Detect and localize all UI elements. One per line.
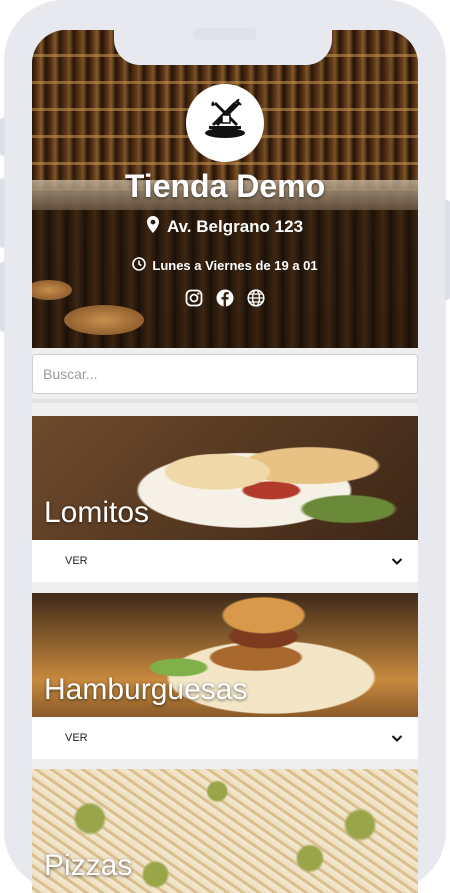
category-card-pizzas: Pizzas: [32, 769, 418, 893]
phone-speaker: [193, 28, 257, 40]
category-title: Pizzas: [44, 849, 133, 882]
clock-icon: [132, 257, 147, 274]
search-box: [32, 354, 418, 394]
map-pin-icon: [146, 216, 159, 238]
app-screen: Tienda Demo Av. Belgrano 123 Lunes a Vie…: [32, 30, 418, 893]
category-title: Hamburguesas: [44, 673, 248, 706]
hours-text: Lunes a Viernes de 19 a 01: [152, 258, 318, 273]
category-card-lomitos: Lomitos VER: [32, 416, 418, 582]
category-action-label: VER: [65, 732, 88, 744]
facebook-icon[interactable]: [216, 289, 234, 307]
chevron-down-icon: [390, 554, 404, 568]
category-toggle[interactable]: VER: [32, 717, 418, 759]
store-hours: Lunes a Viernes de 19 a 01: [32, 257, 418, 274]
category-action-label: VER: [65, 555, 88, 567]
globe-icon[interactable]: [247, 289, 265, 307]
search-input[interactable]: [33, 355, 413, 393]
chevron-down-icon: [390, 731, 404, 745]
store-address: Av. Belgrano 123: [32, 216, 418, 238]
instagram-icon[interactable]: [185, 289, 203, 307]
store-header: Tienda Demo Av. Belgrano 123 Lunes a Vie…: [32, 30, 418, 348]
category-title: Lomitos: [44, 496, 150, 529]
store-logo: [186, 84, 264, 162]
category-toggle[interactable]: VER: [32, 540, 418, 582]
fork-knife-plate-icon: [201, 97, 249, 148]
store-name: Tienda Demo: [124, 168, 326, 204]
address-text: Av. Belgrano 123: [166, 217, 304, 236]
category-card-hamburguesas: Hamburguesas VER: [32, 593, 418, 759]
social-links: [32, 289, 418, 307]
